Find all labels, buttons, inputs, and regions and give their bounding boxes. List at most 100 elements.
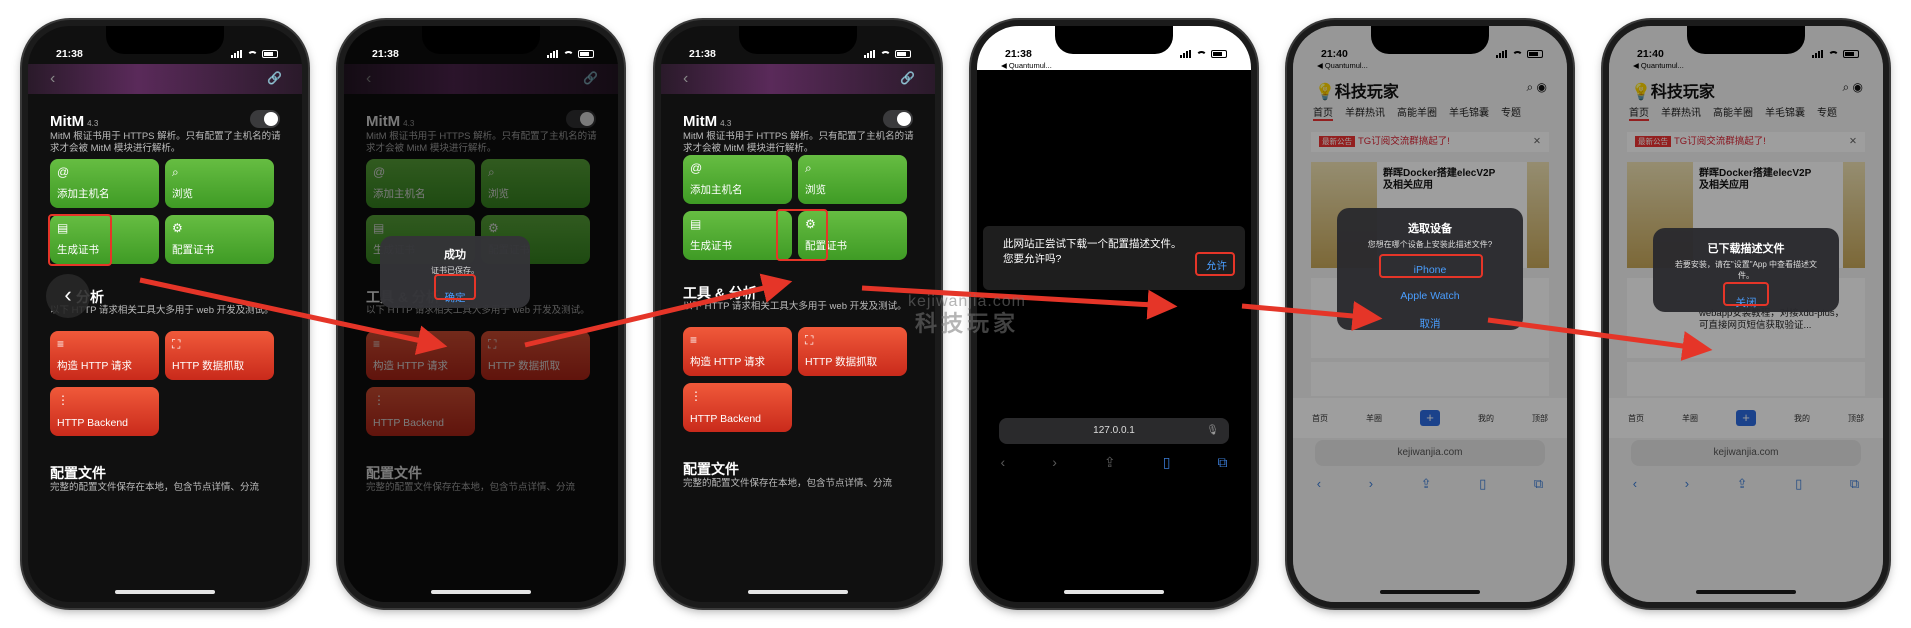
back-to-app[interactable]: ◀ Quantumul... [1633, 61, 1684, 70]
prompt-line-1: 此网站正尝试下载一个配置描述文件。 [1003, 238, 1182, 250]
signal-icon [1180, 50, 1192, 58]
wifi-icon [563, 50, 574, 58]
backend-tile[interactable]: ⋮ HTTP Backend [683, 383, 792, 432]
tile-label: 配置证书 [172, 244, 214, 256]
nav-bar: ‹ 🔗 [28, 64, 302, 94]
status-icons [1812, 50, 1859, 58]
tile-label: HTTP 数据抓取 [805, 356, 878, 368]
notch [1687, 26, 1805, 54]
tools-description: 以下 HTTP 请求相关工具大多用于 web 开发及测试。 [683, 301, 907, 312]
capture-tile[interactable]: ⛶ HTTP 数据抓取 [165, 331, 274, 380]
signal-icon [864, 50, 876, 58]
status-time: 21:40 [1637, 48, 1664, 60]
status-time: 21:38 [689, 48, 716, 60]
config-cert-tile[interactable]: ⚙ 配置证书 [165, 215, 274, 264]
highlight-close [1723, 282, 1769, 306]
back-chevron-icon[interactable]: ‹ [50, 70, 55, 88]
status-icons [1180, 50, 1227, 58]
browse-tile[interactable]: ⌕ 浏览 [165, 159, 274, 208]
wifi-icon [1512, 50, 1523, 58]
home-indicator [1380, 590, 1480, 594]
back-to-app[interactable]: ◀ Quantumul... [1317, 61, 1368, 70]
search-icon: ⌕ [805, 161, 812, 175]
battery-icon [1211, 50, 1227, 58]
tile-label: 构造 HTTP 请求 [690, 356, 766, 368]
apple-watch-option[interactable]: Apple Watch [1337, 290, 1523, 302]
mitm-title-text: MitM [50, 113, 85, 130]
tabs-icon[interactable]: ⧉ [1217, 454, 1227, 471]
phone-2-screen: 21:38 ‹🔗 MitM4.3 MitM 根证书用于 HTTPS 解析。只有配… [344, 26, 618, 602]
nav-bar: ‹🔗 [661, 64, 935, 94]
notch [739, 26, 857, 54]
cancel-button[interactable]: 取消 [1337, 316, 1523, 331]
status-time: 21:40 [1321, 48, 1348, 60]
link-icon[interactable]: 🔗 [267, 71, 282, 85]
build-request-tile[interactable]: ≡ 构造 HTTP 请求 [683, 327, 792, 376]
tile-label: HTTP Backend [690, 413, 762, 425]
bookmarks-icon[interactable]: ▯ [1163, 454, 1171, 471]
mitm-description: MitM 根证书用于 HTTPS 解析。只有配置了主机名的请求才会被 MitM … [50, 131, 281, 154]
notch [1371, 26, 1489, 54]
highlight-iphone [1379, 254, 1483, 278]
battery-icon [262, 50, 278, 58]
phone-6-screen: 21:40 ◀ Quantumul... 💡科技玩家 ⌕ ◉ 首页 羊群热讯 高… [1609, 26, 1883, 602]
home-indicator [115, 590, 215, 594]
mitm-description: MitM 根证书用于 HTTPS 解析。只有配置了主机名的请求才会被 MitM … [683, 131, 914, 154]
mitm-title: MitM4.3 [50, 113, 98, 130]
phone-4: 21:38 ◀ Quantumul... 此网站正尝试下载一个配置描述文件。 您… [971, 20, 1257, 608]
back-icon[interactable]: ‹ [1001, 454, 1006, 471]
alert-title: 成功 [444, 249, 466, 261]
status-time: 21:38 [372, 48, 399, 60]
battery-icon [895, 50, 911, 58]
battery-icon [1843, 50, 1859, 58]
add-hostname-tile[interactable]: @ 添加主机名 [50, 159, 159, 208]
mitm-version: 4.3 [87, 119, 99, 128]
phone-6: 21:40 ◀ Quantumul... 💡科技玩家 ⌕ ◉ 首页 羊群热讯 高… [1603, 20, 1889, 608]
browse-tile[interactable]: ⌕ 浏览 [798, 155, 907, 204]
at-icon: @ [57, 165, 70, 179]
signal-icon [547, 50, 559, 58]
backend-tile[interactable]: ⋮ HTTP Backend [50, 387, 159, 436]
mitm-toggle[interactable] [883, 110, 913, 128]
link-icon[interactable]: 🔗 [900, 71, 915, 85]
forward-icon[interactable]: › [1052, 454, 1057, 471]
phone-1: 21:38 ‹ 🔗 MitM 4.3 MitM 根证书用于 HTTPS 解析。只有… [22, 20, 308, 608]
capture-tile[interactable]: ⛶ HTTP 数据抓取 [798, 327, 907, 376]
home-indicator [1696, 590, 1796, 594]
build-request-tile[interactable]: ≡ 构造 HTTP 请求 [50, 331, 159, 380]
scan-icon: ⛶ [172, 337, 181, 351]
add-hostname-tile[interactable]: @ 添加主机名 [683, 155, 792, 204]
sheet-title: 已下载描述文件 [1707, 243, 1785, 255]
wifi-icon [880, 50, 891, 58]
tile-label: HTTP Backend [57, 417, 129, 429]
list-icon: ≡ [690, 333, 698, 347]
tile-label: 添加主机名 [57, 188, 110, 200]
tile-label: 构造 HTTP 请求 [57, 360, 133, 372]
tile-label: 添加主机名 [690, 184, 743, 196]
config-title: 配置文件 [683, 461, 739, 477]
list-icon: ≡ [57, 337, 65, 351]
address-bar[interactable]: 127.0.0.1 🎙 [999, 418, 1229, 444]
home-indicator [1064, 590, 1164, 594]
nodes-icon: ⋮ [690, 389, 702, 403]
tile-label: 生成证书 [690, 240, 732, 252]
scan-icon: ⛶ [805, 333, 814, 347]
tile-label: HTTP 数据抓取 [172, 360, 245, 372]
highlight-ok [434, 274, 476, 300]
phone-5: 21:40 ◀ Quantumul... 💡科技玩家 ⌕ ◉ 首页 羊群热讯 高… [1287, 20, 1573, 608]
battery-icon [578, 50, 594, 58]
status-time: 21:38 [1005, 48, 1032, 60]
highlight-generate-cert [48, 214, 112, 266]
search-icon: ⌕ [172, 165, 179, 179]
config-title: 配置文件 [50, 465, 106, 481]
back-to-app[interactable]: ◀ Quantumul... [1001, 61, 1052, 70]
tools-title: 工具 & 分析 [683, 285, 757, 301]
back-chevron-icon[interactable]: ‹ [683, 70, 688, 88]
share-icon[interactable]: ⇪ [1104, 454, 1116, 471]
floating-back-button[interactable]: ‹ [46, 274, 90, 318]
mic-icon[interactable]: 🎙 [1206, 418, 1219, 444]
signal-icon [1496, 50, 1508, 58]
notch [106, 26, 224, 54]
gear-icon: ⚙ [172, 221, 183, 235]
mitm-toggle[interactable] [250, 110, 280, 128]
